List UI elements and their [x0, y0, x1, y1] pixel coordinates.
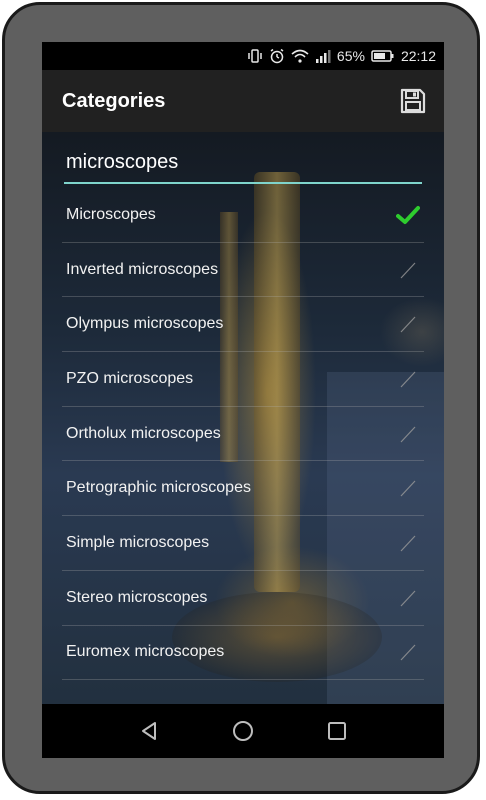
home-icon: [233, 721, 253, 741]
battery-icon: [371, 50, 395, 62]
unchecked-checkmark-icon[interactable]: [396, 367, 420, 391]
unchecked-checkmark-icon[interactable]: [396, 476, 420, 500]
search-field: [64, 142, 422, 184]
unchecked-checkmark-icon[interactable]: [396, 640, 420, 664]
content-area: Microscopes Inverted microscopes Olympus m…: [42, 132, 444, 704]
list-item[interactable]: Simple microscopes: [62, 516, 424, 571]
category-label: PZO microscopes: [66, 369, 194, 387]
list-item[interactable]: Ortholux microscopes: [62, 407, 424, 462]
recents-icon: [328, 722, 346, 740]
navigation-bar: [42, 704, 444, 758]
clock: 22:12: [400, 48, 436, 64]
category-label: Simple microscopes: [66, 533, 210, 551]
list-item[interactable]: Olympus microscopes: [62, 297, 424, 353]
alarm-icon: [269, 48, 285, 64]
phone-screen: 65% 22:12 Categories Microscopes Inverted…: [42, 42, 444, 758]
unchecked-checkmark-icon[interactable]: [396, 531, 420, 555]
page-title: Categories: [62, 89, 166, 112]
search-underline: [64, 182, 422, 184]
list-item[interactable]: Inverted microscopes: [62, 243, 424, 298]
unchecked-checkmark-icon[interactable]: [396, 586, 420, 610]
list-item[interactable]: Euromex microscopes: [62, 626, 424, 681]
list-item[interactable]: Petrographic microscopes: [62, 461, 424, 517]
category-label: Olympus microscopes: [66, 315, 224, 333]
list-item[interactable]: PZO microscopes: [62, 352, 424, 407]
category-label: Petrographic microscopes: [66, 479, 251, 497]
wifi-icon: [291, 49, 309, 63]
signal-icon: [315, 49, 331, 63]
battery-percent: 65%: [336, 48, 365, 64]
category-label: Euromex microscopes: [66, 643, 225, 661]
app-bar: Categories: [42, 70, 444, 132]
category-label: Microscopes: [66, 205, 156, 223]
list-item[interactable]: Microscopes: [62, 188, 424, 243]
category-list: Microscopes Inverted microscopes Olympus m…: [62, 188, 424, 681]
home-button[interactable]: [223, 711, 263, 751]
unchecked-checkmark-icon[interactable]: [396, 312, 420, 336]
checked-checkmark-icon[interactable]: [396, 203, 420, 227]
save-button[interactable]: [398, 86, 428, 116]
status-bar: 65% 22:12: [42, 42, 444, 70]
search-input[interactable]: [64, 142, 422, 182]
save-icon: [400, 88, 426, 114]
back-button[interactable]: [129, 711, 169, 751]
vibrate-icon: [247, 49, 263, 63]
unchecked-checkmark-icon[interactable]: [396, 258, 420, 282]
list-item[interactable]: Stereo microscopes: [62, 571, 424, 626]
category-label: Inverted microscopes: [66, 260, 219, 278]
category-label: Stereo microscopes: [66, 588, 208, 606]
back-icon: [142, 722, 156, 740]
recents-button[interactable]: [317, 711, 357, 751]
category-label: Ortholux microscopes: [66, 424, 221, 442]
unchecked-checkmark-icon[interactable]: [396, 422, 420, 446]
